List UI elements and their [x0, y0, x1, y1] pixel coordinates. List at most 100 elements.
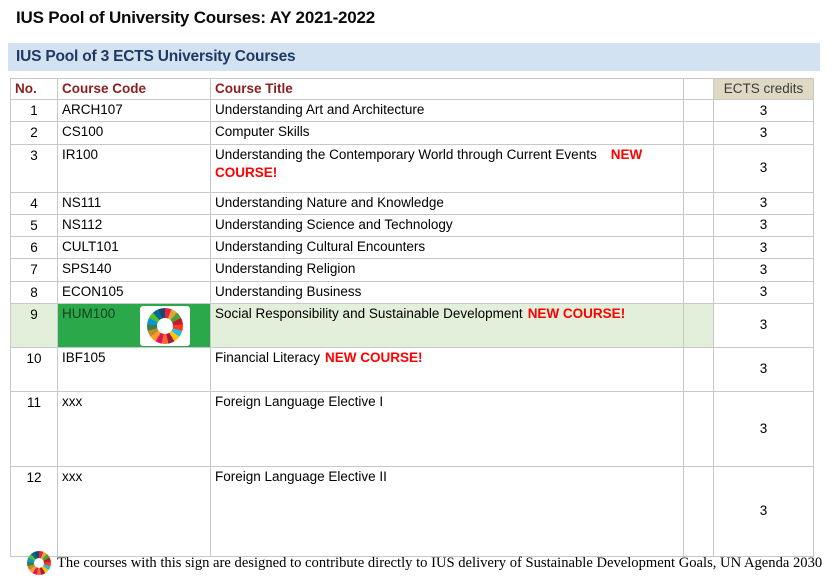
cell-spacer [684, 100, 714, 122]
table-row: 12 xxx Foreign Language Elective II 3 [11, 466, 814, 556]
cell-no: 6 [11, 237, 58, 259]
cell-course-code: IBF105 [58, 347, 211, 391]
cell-ects: 3 [714, 347, 814, 391]
cell-ects: 3 [714, 214, 814, 236]
table-row: 3 IR100 Understanding the Contemporary W… [11, 144, 814, 192]
cell-course-code: ECON105 [58, 281, 211, 303]
cell-no: 4 [11, 192, 58, 214]
header-course-title: Course Title [211, 79, 684, 100]
table-row: 1 ARCH107 Understanding Art and Architec… [11, 100, 814, 122]
section-banner: IUS Pool of 3 ECTS University Courses [8, 43, 820, 71]
header-spacer [684, 79, 714, 100]
table-row-highlighted-sdg: 9 HUM100 Social Responsibility and Susta… [11, 303, 814, 347]
cell-spacer [684, 237, 714, 259]
course-title-text: Understanding Nature and Knowledge [215, 195, 444, 210]
cell-spacer [684, 144, 714, 192]
cell-no: 1 [11, 100, 58, 122]
sdg-wheel-icon [140, 306, 190, 346]
document-page: IUS Pool of University Courses: AY 2021-… [0, 0, 833, 587]
cell-course-title: Understanding the Contemporary World thr… [211, 144, 684, 192]
course-title-text: Foreign Language Elective I [215, 394, 383, 409]
cell-no: 11 [11, 391, 58, 466]
course-title-text: Computer Skills [215, 124, 310, 139]
cell-ects: 3 [714, 391, 814, 466]
cell-no: 8 [11, 281, 58, 303]
cell-spacer [684, 281, 714, 303]
course-title-text: Understanding Art and Architecture [215, 102, 424, 117]
table-row: 11 xxx Foreign Language Elective I 3 [11, 391, 814, 466]
header-ects-credits: ECTS credits [714, 79, 814, 100]
sdg-wheel-icon [27, 551, 51, 575]
new-course-badge: NEW COURSE! [528, 306, 626, 321]
cell-course-title: Understanding Nature and Knowledge [211, 192, 684, 214]
table-row: 4 NS111 Understanding Nature and Knowled… [11, 192, 814, 214]
footer-note-text: The courses with this sign are designed … [57, 555, 822, 572]
header-no: No. [11, 79, 58, 100]
sdg-wheel-icon [147, 308, 183, 344]
cell-course-code: xxx [58, 466, 211, 556]
cell-no: 7 [11, 259, 58, 281]
table-row: 7 SPS140 Understanding Religion 3 [11, 259, 814, 281]
cell-no: 10 [11, 347, 58, 391]
course-title-text: Understanding Religion [215, 261, 355, 276]
course-title-text: Social Responsibility and Sustainable De… [215, 306, 523, 321]
cell-spacer [684, 214, 714, 236]
cell-course-title: Understanding Cultural Encounters [211, 237, 684, 259]
cell-course-code: CS100 [58, 122, 211, 144]
cell-course-code: SPS140 [58, 259, 211, 281]
cell-ects: 3 [714, 466, 814, 556]
cell-course-title: Foreign Language Elective I [211, 391, 684, 466]
cell-course-code: IR100 [58, 144, 211, 192]
course-title-text: Understanding the Contemporary World thr… [215, 147, 597, 162]
table-row: 2 CS100 Computer Skills 3 [11, 122, 814, 144]
cell-ects: 3 [714, 122, 814, 144]
table-row: 5 NS112 Understanding Science and Techno… [11, 214, 814, 236]
table-row: 8 ECON105 Understanding Business 3 [11, 281, 814, 303]
cell-ects: 3 [714, 100, 814, 122]
cell-course-code: NS112 [58, 214, 211, 236]
cell-course-code: HUM100 [58, 303, 211, 347]
table-header-row: No. Course Code Course Title ECTS credit… [11, 79, 814, 100]
cell-no: 5 [11, 214, 58, 236]
cell-course-title: Financial Literacy NEW COURSE! [211, 347, 684, 391]
cell-spacer [684, 122, 714, 144]
cell-ects: 3 [714, 303, 814, 347]
cell-course-title: Understanding Religion [211, 259, 684, 281]
cell-course-title: Understanding Art and Architecture [211, 100, 684, 122]
cell-ects: 3 [714, 237, 814, 259]
cell-ects: 3 [714, 144, 814, 192]
cell-course-title: Foreign Language Elective II [211, 466, 684, 556]
cell-no: 2 [11, 122, 58, 144]
table-row: 6 CULT101 Understanding Cultural Encount… [11, 237, 814, 259]
course-code-text: HUM100 [62, 306, 115, 321]
cell-spacer [684, 192, 714, 214]
course-title-text: Financial Literacy [215, 350, 320, 365]
cell-spacer [684, 347, 714, 391]
cell-no: 12 [11, 466, 58, 556]
footer-note: The courses with this sign are designed … [27, 551, 827, 575]
cell-course-code: CULT101 [58, 237, 211, 259]
cell-ects: 3 [714, 259, 814, 281]
page-title: IUS Pool of University Courses: AY 2021-… [16, 8, 375, 28]
cell-course-title: Understanding Science and Technology [211, 214, 684, 236]
section-title: IUS Pool of 3 ECTS University Courses [16, 48, 295, 66]
cell-spacer [684, 303, 714, 347]
cell-spacer [684, 259, 714, 281]
cell-course-title: Computer Skills [211, 122, 684, 144]
cell-course-title: Social Responsibility and Sustainable De… [211, 303, 684, 347]
cell-ects: 3 [714, 281, 814, 303]
course-title-text: Understanding Cultural Encounters [215, 239, 425, 254]
course-title-text: Understanding Business [215, 284, 361, 299]
cell-no: 3 [11, 144, 58, 192]
cell-course-code: ARCH107 [58, 100, 211, 122]
course-title-text: Understanding Science and Technology [215, 217, 453, 232]
cell-ects: 3 [714, 192, 814, 214]
cell-course-title: Understanding Business [211, 281, 684, 303]
new-course-badge: NEW COURSE! [325, 350, 423, 365]
header-course-code: Course Code [58, 79, 211, 100]
cell-spacer [684, 391, 714, 466]
course-table: No. Course Code Course Title ECTS credit… [10, 78, 814, 557]
table-row: 10 IBF105 Financial LiteracyNEW COURSE! … [11, 347, 814, 391]
cell-course-code: xxx [58, 391, 211, 466]
course-title-text: Foreign Language Elective II [215, 469, 387, 484]
